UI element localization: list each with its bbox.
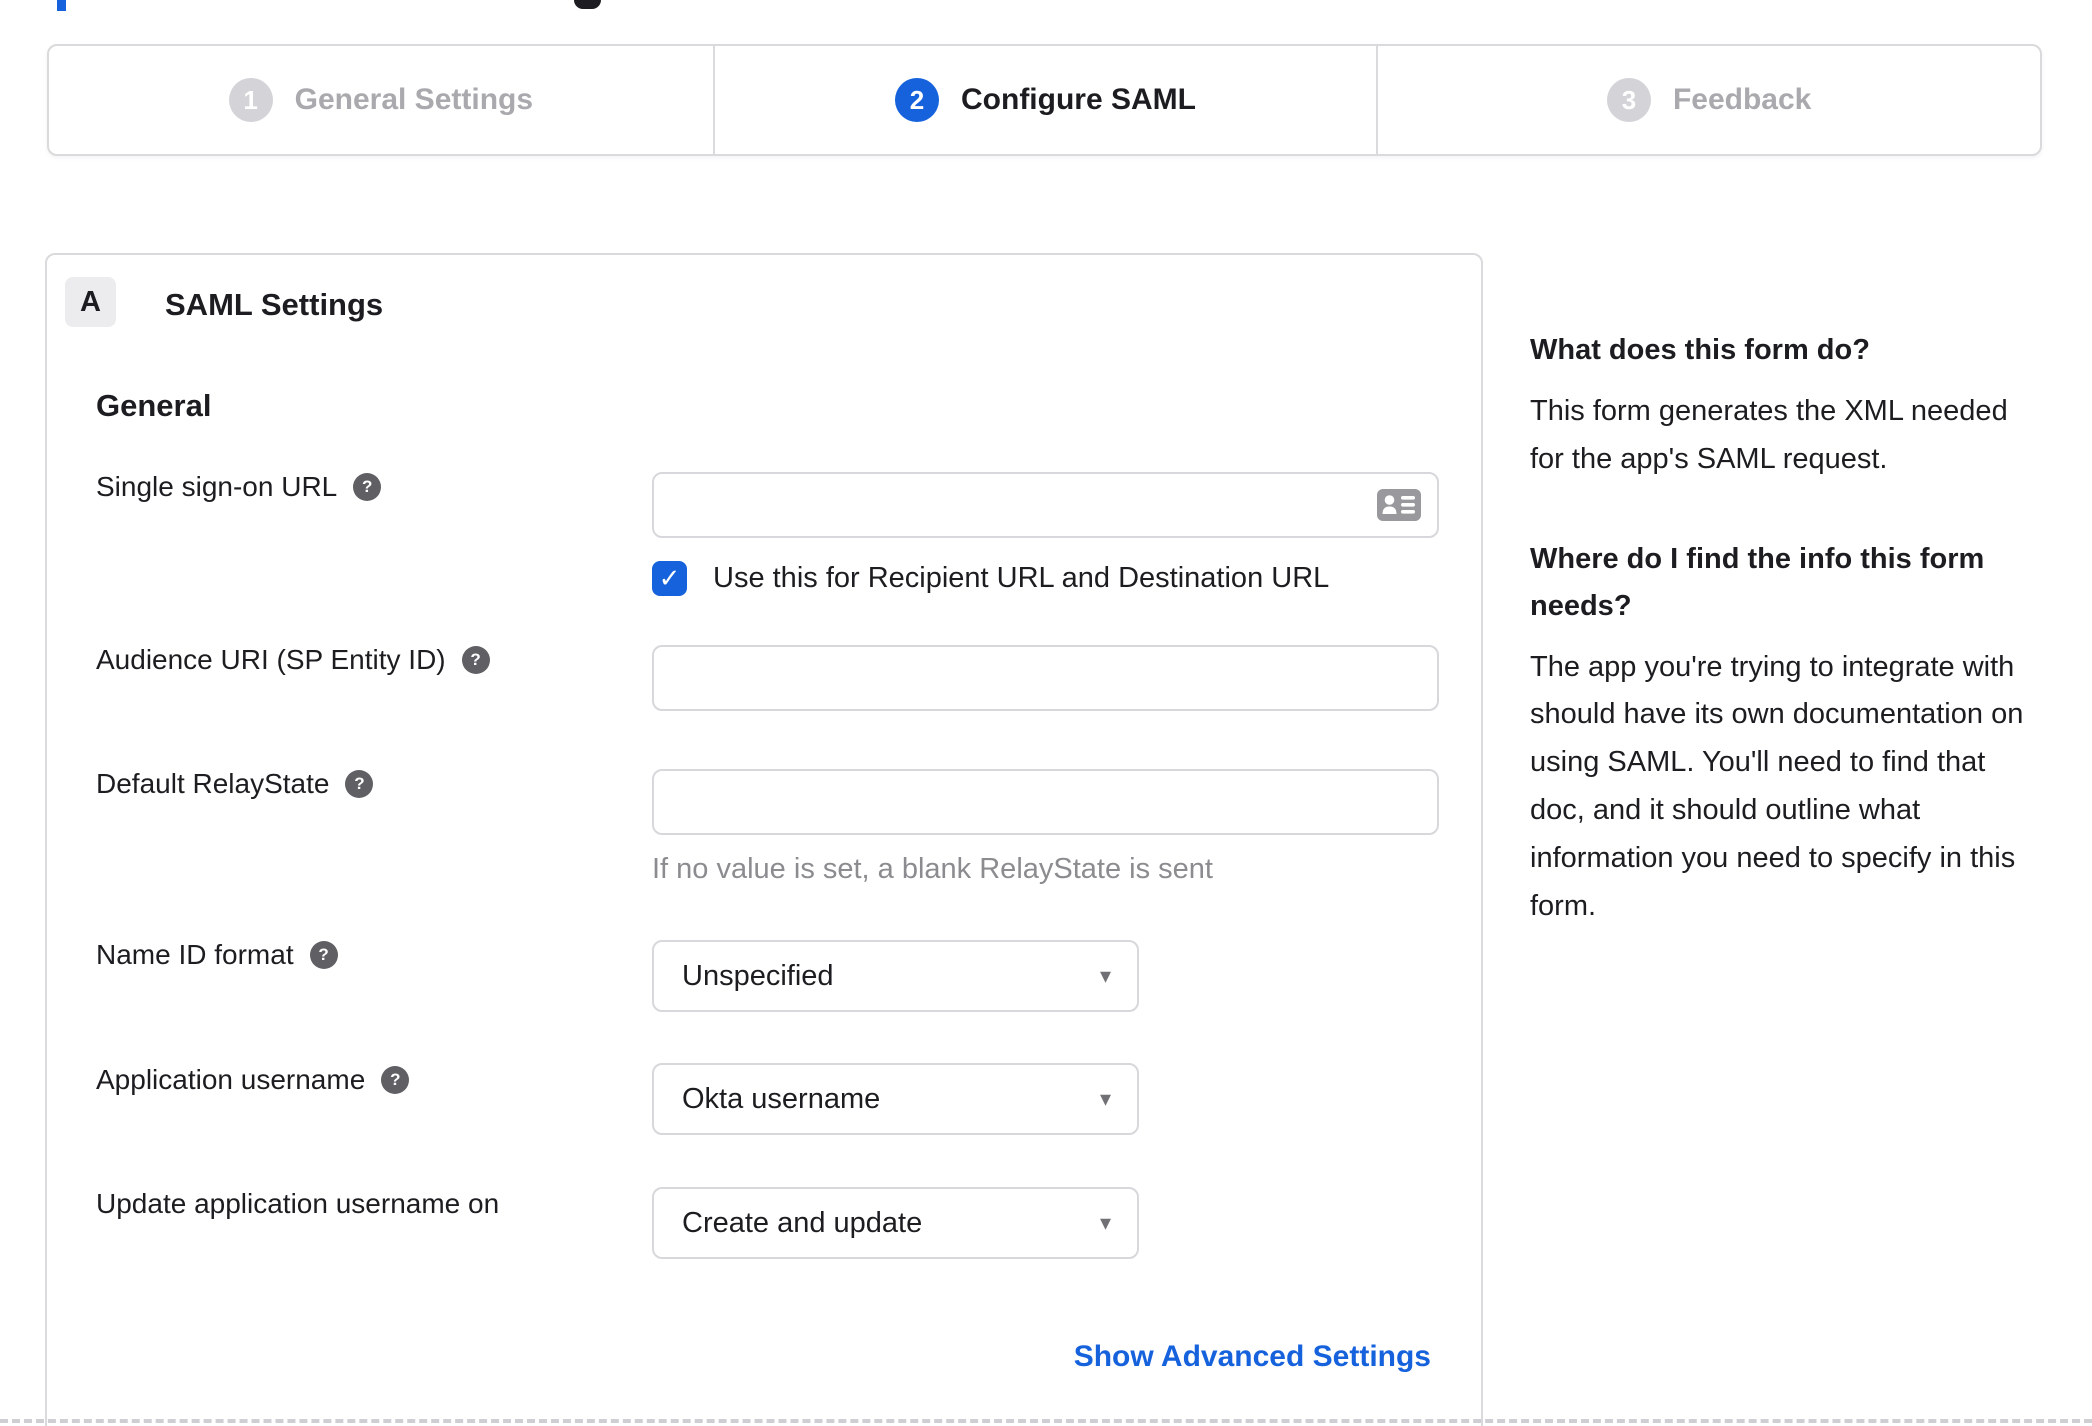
- show-advanced-settings-link[interactable]: Show Advanced Settings: [1074, 1340, 1431, 1374]
- name-id-format-select[interactable]: Unspecified ▾: [652, 940, 1139, 1012]
- step-label: General Settings: [294, 83, 534, 116]
- step-number-badge: 3: [1606, 78, 1651, 122]
- audience-uri-label-text: Audience URI (SP Entity ID): [96, 644, 446, 675]
- sso-url-label-text: Single sign-on URL: [96, 471, 338, 502]
- update-username-value: Create and update: [682, 1206, 923, 1239]
- help-icon[interactable]: ?: [309, 941, 338, 969]
- sso-url-label: Single sign-on URL ?: [96, 471, 382, 503]
- sso-url-input[interactable]: [652, 472, 1439, 538]
- help-icon[interactable]: ?: [461, 646, 490, 674]
- help-icon[interactable]: ?: [345, 770, 374, 798]
- bottom-dashed-divider: [0, 1419, 2092, 1423]
- audience-uri-input[interactable]: [652, 645, 1439, 711]
- name-id-format-label-text: Name ID format: [96, 939, 294, 970]
- step-general-settings[interactable]: 1 General Settings: [49, 46, 713, 154]
- application-username-label-text: Application username: [96, 1064, 366, 1095]
- chevron-down-icon: ▾: [1099, 1086, 1111, 1111]
- help-question-2: Where do I find the info this form needs…: [1530, 542, 1985, 622]
- help-answer-1: This form generates the XML needed for t…: [1530, 394, 2008, 475]
- group-title-general: General: [96, 388, 212, 423]
- relay-state-helper-text: If no value is set, a blank RelayState i…: [652, 853, 1213, 885]
- relay-state-input[interactable]: [652, 769, 1439, 835]
- help-question-1: What does this form do?: [1530, 334, 1870, 366]
- section-title: SAML Settings: [165, 287, 384, 322]
- wizard-stepper: 1 General Settings 2 Configure SAML 3 Fe…: [47, 44, 2042, 156]
- step-configure-saml[interactable]: 2 Configure SAML: [712, 46, 1377, 154]
- relay-state-label-text: Default RelayState: [96, 768, 330, 799]
- recipient-url-checkbox[interactable]: ✓: [652, 561, 687, 596]
- section-a-badge: A: [65, 277, 116, 327]
- step-number-badge: 1: [228, 78, 273, 122]
- step-label: Feedback: [1672, 83, 1812, 116]
- step-feedback[interactable]: 3 Feedback: [1376, 46, 2040, 154]
- update-username-select[interactable]: Create and update ▾: [652, 1187, 1139, 1259]
- step-number-badge: 2: [895, 78, 939, 122]
- active-tab-underline-fragment: [57, 0, 66, 11]
- saml-setup-wizard-screen: 1 General Settings 2 Configure SAML 3 Fe…: [0, 0, 2092, 1426]
- recipient-url-checkbox-label: Use this for Recipient URL and Destinati…: [713, 562, 1330, 594]
- dark-badge-fragment: [574, 0, 601, 9]
- contact-card-icon[interactable]: [1377, 489, 1421, 521]
- update-username-label-text: Update application username on: [96, 1188, 500, 1219]
- relay-state-label: Default RelayState ?: [96, 768, 374, 800]
- name-id-format-value: Unspecified: [682, 959, 834, 992]
- help-icon[interactable]: ?: [381, 1066, 410, 1094]
- chevron-down-icon: ▾: [1099, 963, 1111, 988]
- step-label: Configure SAML: [961, 83, 1196, 116]
- recipient-url-checkbox-row: ✓ Use this for Recipient URL and Destina…: [652, 561, 1329, 596]
- help-sidebar: What does this form do? This form genera…: [1530, 327, 2035, 983]
- application-username-label: Application username ?: [96, 1064, 410, 1096]
- name-id-format-label: Name ID format ?: [96, 939, 338, 971]
- chevron-down-icon: ▾: [1099, 1210, 1111, 1235]
- help-answer-2: The app you're trying to integrate with …: [1530, 650, 2024, 922]
- help-icon[interactable]: ?: [353, 473, 382, 501]
- audience-uri-label: Audience URI (SP Entity ID) ?: [96, 644, 490, 676]
- application-username-value: Okta username: [682, 1082, 881, 1115]
- update-username-label: Update application username on: [96, 1188, 499, 1220]
- application-username-select[interactable]: Okta username ▾: [652, 1063, 1139, 1135]
- saml-settings-card: A SAML Settings General Single sign-on U…: [45, 253, 1483, 1426]
